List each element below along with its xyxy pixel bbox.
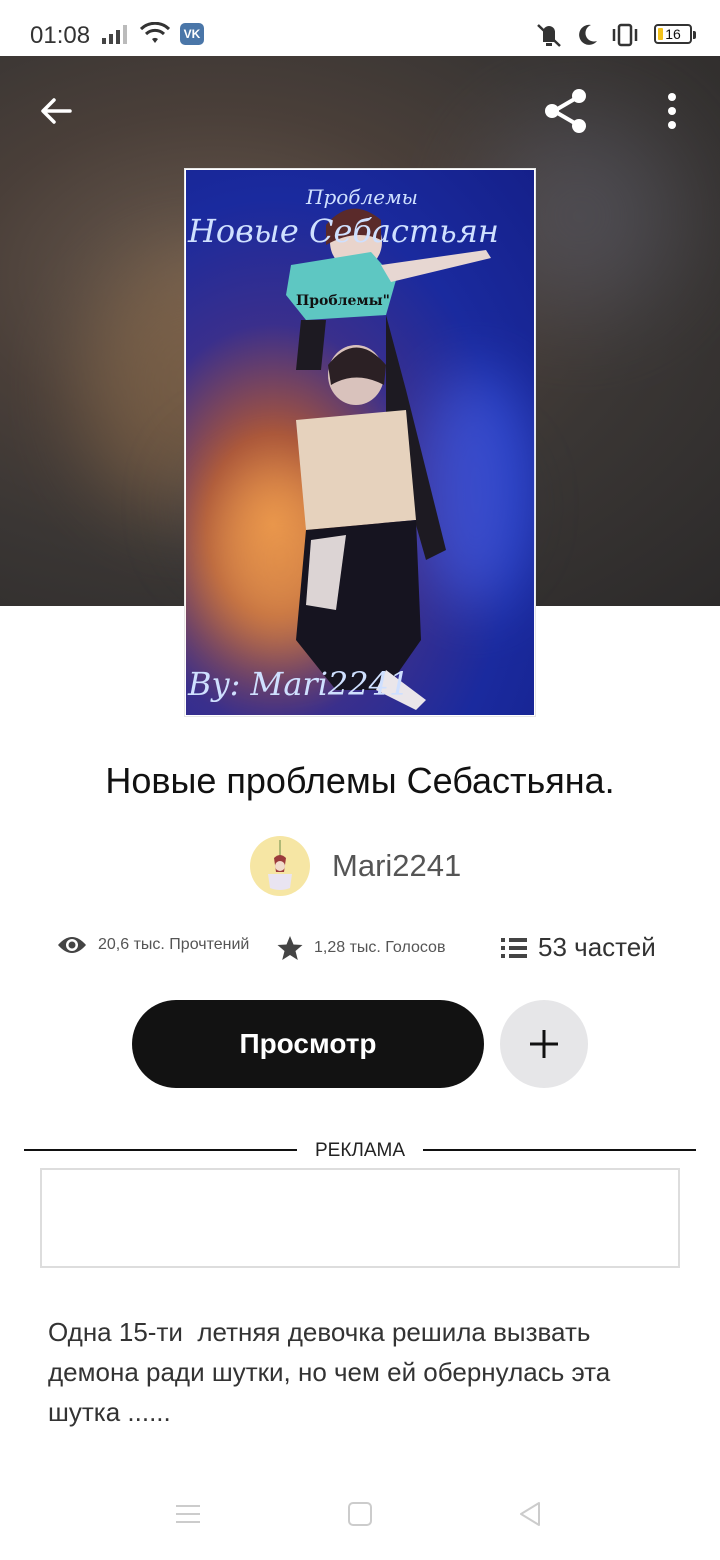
- book-title: Новые проблемы Себастьяна.: [105, 760, 615, 801]
- avatar: [250, 836, 310, 896]
- parts-stat[interactable]: 53 частей: [500, 932, 656, 963]
- plus-icon: [530, 1030, 558, 1058]
- home-square-icon: [348, 1502, 372, 1526]
- cover-illustration: Проблемы Новые Себастьян Проблемы" By: M…: [186, 170, 535, 715]
- more-vertical-icon: [668, 93, 676, 129]
- wifi-icon: [140, 22, 170, 43]
- votes-count: 1,28 тыс. Голосов: [314, 939, 446, 956]
- arrow-left-icon: [41, 98, 72, 124]
- vk-icon: VK: [180, 23, 204, 45]
- menu-lines-icon: [176, 1505, 200, 1523]
- votes-stat: 1,28 тыс. Голосов: [276, 934, 445, 962]
- reads-count: 20,6 тыс. Прочтений: [98, 936, 250, 953]
- author-link[interactable]: Mari2241: [250, 836, 461, 896]
- status-bar: 01:08 VK 16: [0, 0, 720, 56]
- vibrate-icon: [612, 23, 638, 47]
- recent-apps-button[interactable]: [168, 1494, 208, 1534]
- signal-icon: [102, 25, 127, 44]
- cover-title-line2: Новые Себастьян: [187, 212, 499, 250]
- list-icon: [501, 937, 527, 958]
- ad-banner[interactable]: [40, 1168, 680, 1268]
- do-not-disturb-moon-icon: [579, 24, 597, 45]
- battery-icon: 16: [654, 24, 696, 44]
- more-options-button[interactable]: [644, 83, 700, 139]
- author-name: Mari2241: [332, 848, 462, 883]
- system-navigation-bar: [0, 1470, 720, 1560]
- cover-shirt-text: Проблемы": [296, 293, 390, 309]
- home-button[interactable]: [340, 1494, 380, 1534]
- share-icon: [545, 89, 586, 133]
- book-description: Одна 15-ти летняя девочка решила вызвать…: [48, 1317, 618, 1427]
- cover-title-line1: Проблемы: [305, 185, 418, 209]
- cover-signature: By: Mari2241: [187, 665, 409, 703]
- status-time: 01:08: [30, 22, 91, 49]
- view-button[interactable]: Просмотр: [132, 1000, 484, 1088]
- back-button[interactable]: [28, 83, 84, 139]
- ad-divider-left: [24, 1149, 297, 1151]
- book-cover[interactable]: Проблемы Новые Себастьян Проблемы" By: M…: [184, 168, 536, 717]
- battery-level-text: 16: [665, 26, 681, 42]
- eye-icon: [58, 937, 86, 953]
- ad-divider-right: [423, 1149, 696, 1151]
- star-icon: [277, 936, 303, 960]
- reads-stat: 20,6 тыс. Прочтений: [56, 934, 249, 956]
- cover-figures: Проблемы Новые Себастьян Проблемы" By: M…: [187, 185, 499, 710]
- ad-label: РЕКЛАМА: [314, 1140, 406, 1161]
- parts-count: 53 частей: [538, 932, 656, 962]
- back-triangle-icon: [520, 1502, 540, 1526]
- add-to-library-button[interactable]: [500, 1000, 588, 1088]
- book-stats: 20,6 тыс. Прочтений 1,28 тыс. Голосов 53…: [56, 930, 676, 974]
- vibrate-off-icon: [537, 24, 561, 47]
- system-back-button[interactable]: [510, 1494, 550, 1534]
- share-button[interactable]: [538, 83, 594, 139]
